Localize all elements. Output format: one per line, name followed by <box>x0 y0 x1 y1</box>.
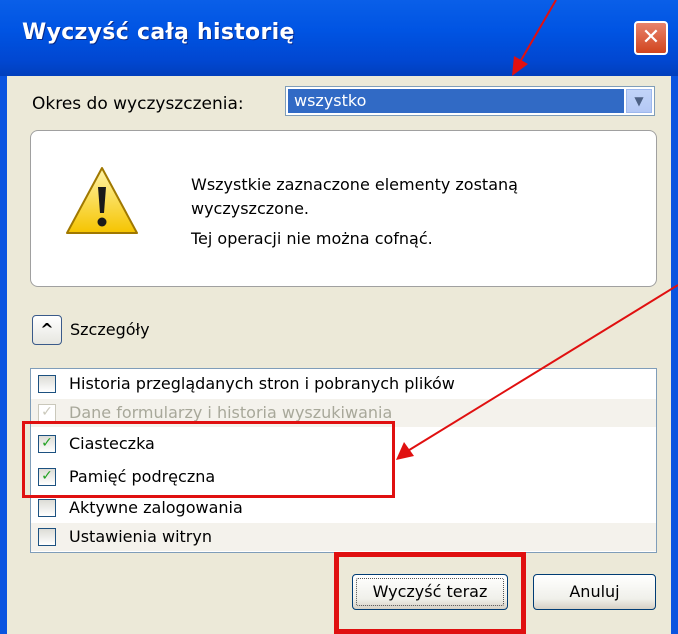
checkbox-active-logins[interactable] <box>38 499 56 517</box>
checkbox-site-settings[interactable] <box>38 528 56 546</box>
checkbox-form-data[interactable]: ✓ <box>38 404 56 422</box>
cancel-label: Anuluj <box>569 582 620 601</box>
check-icon: ✓ <box>41 404 53 420</box>
list-item-history[interactable]: Historia przeglądanych stron i pobranych… <box>31 370 656 398</box>
warning-undo-note: Tej operacji nie można cofnąć. <box>191 229 433 248</box>
period-selected-value: wszystko <box>288 89 624 113</box>
title-bar[interactable]: Wyczyść całą historię ✕ <box>0 0 678 76</box>
list-item-site-settings[interactable]: Ustawienia witryn <box>31 523 656 551</box>
check-icon <box>39 499 55 515</box>
check-icon <box>39 375 55 391</box>
list-item-label: Ustawienia witryn <box>69 527 212 546</box>
warning-triangle-icon <box>66 167 138 234</box>
list-item-label: Dane formularzy i historia wyszukiwania <box>69 403 393 422</box>
cancel-button[interactable]: Anuluj <box>533 574 656 610</box>
dropdown-arrow-button[interactable]: ▼ <box>626 89 652 113</box>
details-toggle-button[interactable]: ^ <box>32 315 62 345</box>
chevron-up-icon: ^ <box>40 320 54 339</box>
check-icon <box>39 528 55 544</box>
details-label[interactable]: Szczegóły <box>70 320 150 339</box>
period-label: Okres do wyczyszczenia: <box>32 94 244 114</box>
list-item-label: Historia przeglądanych stron i pobranych… <box>69 374 455 393</box>
dialog-title: Wyczyść całą historię <box>22 20 295 45</box>
annotation-highlight-clear-button <box>334 552 526 634</box>
close-button[interactable]: ✕ <box>634 21 668 55</box>
list-item-active-logins[interactable]: Aktywne zalogowania <box>31 494 656 522</box>
period-select[interactable]: wszystko ▼ <box>285 86 655 116</box>
annotation-highlight-checkboxes <box>22 421 395 498</box>
chevron-down-icon: ▼ <box>634 94 644 108</box>
warning-message: Wszystkie zaznaczone elementy zostaną wy… <box>191 175 518 218</box>
close-icon: ✕ <box>641 25 661 50</box>
list-item-label: Aktywne zalogowania <box>69 498 243 517</box>
checkbox-history[interactable] <box>38 375 56 393</box>
